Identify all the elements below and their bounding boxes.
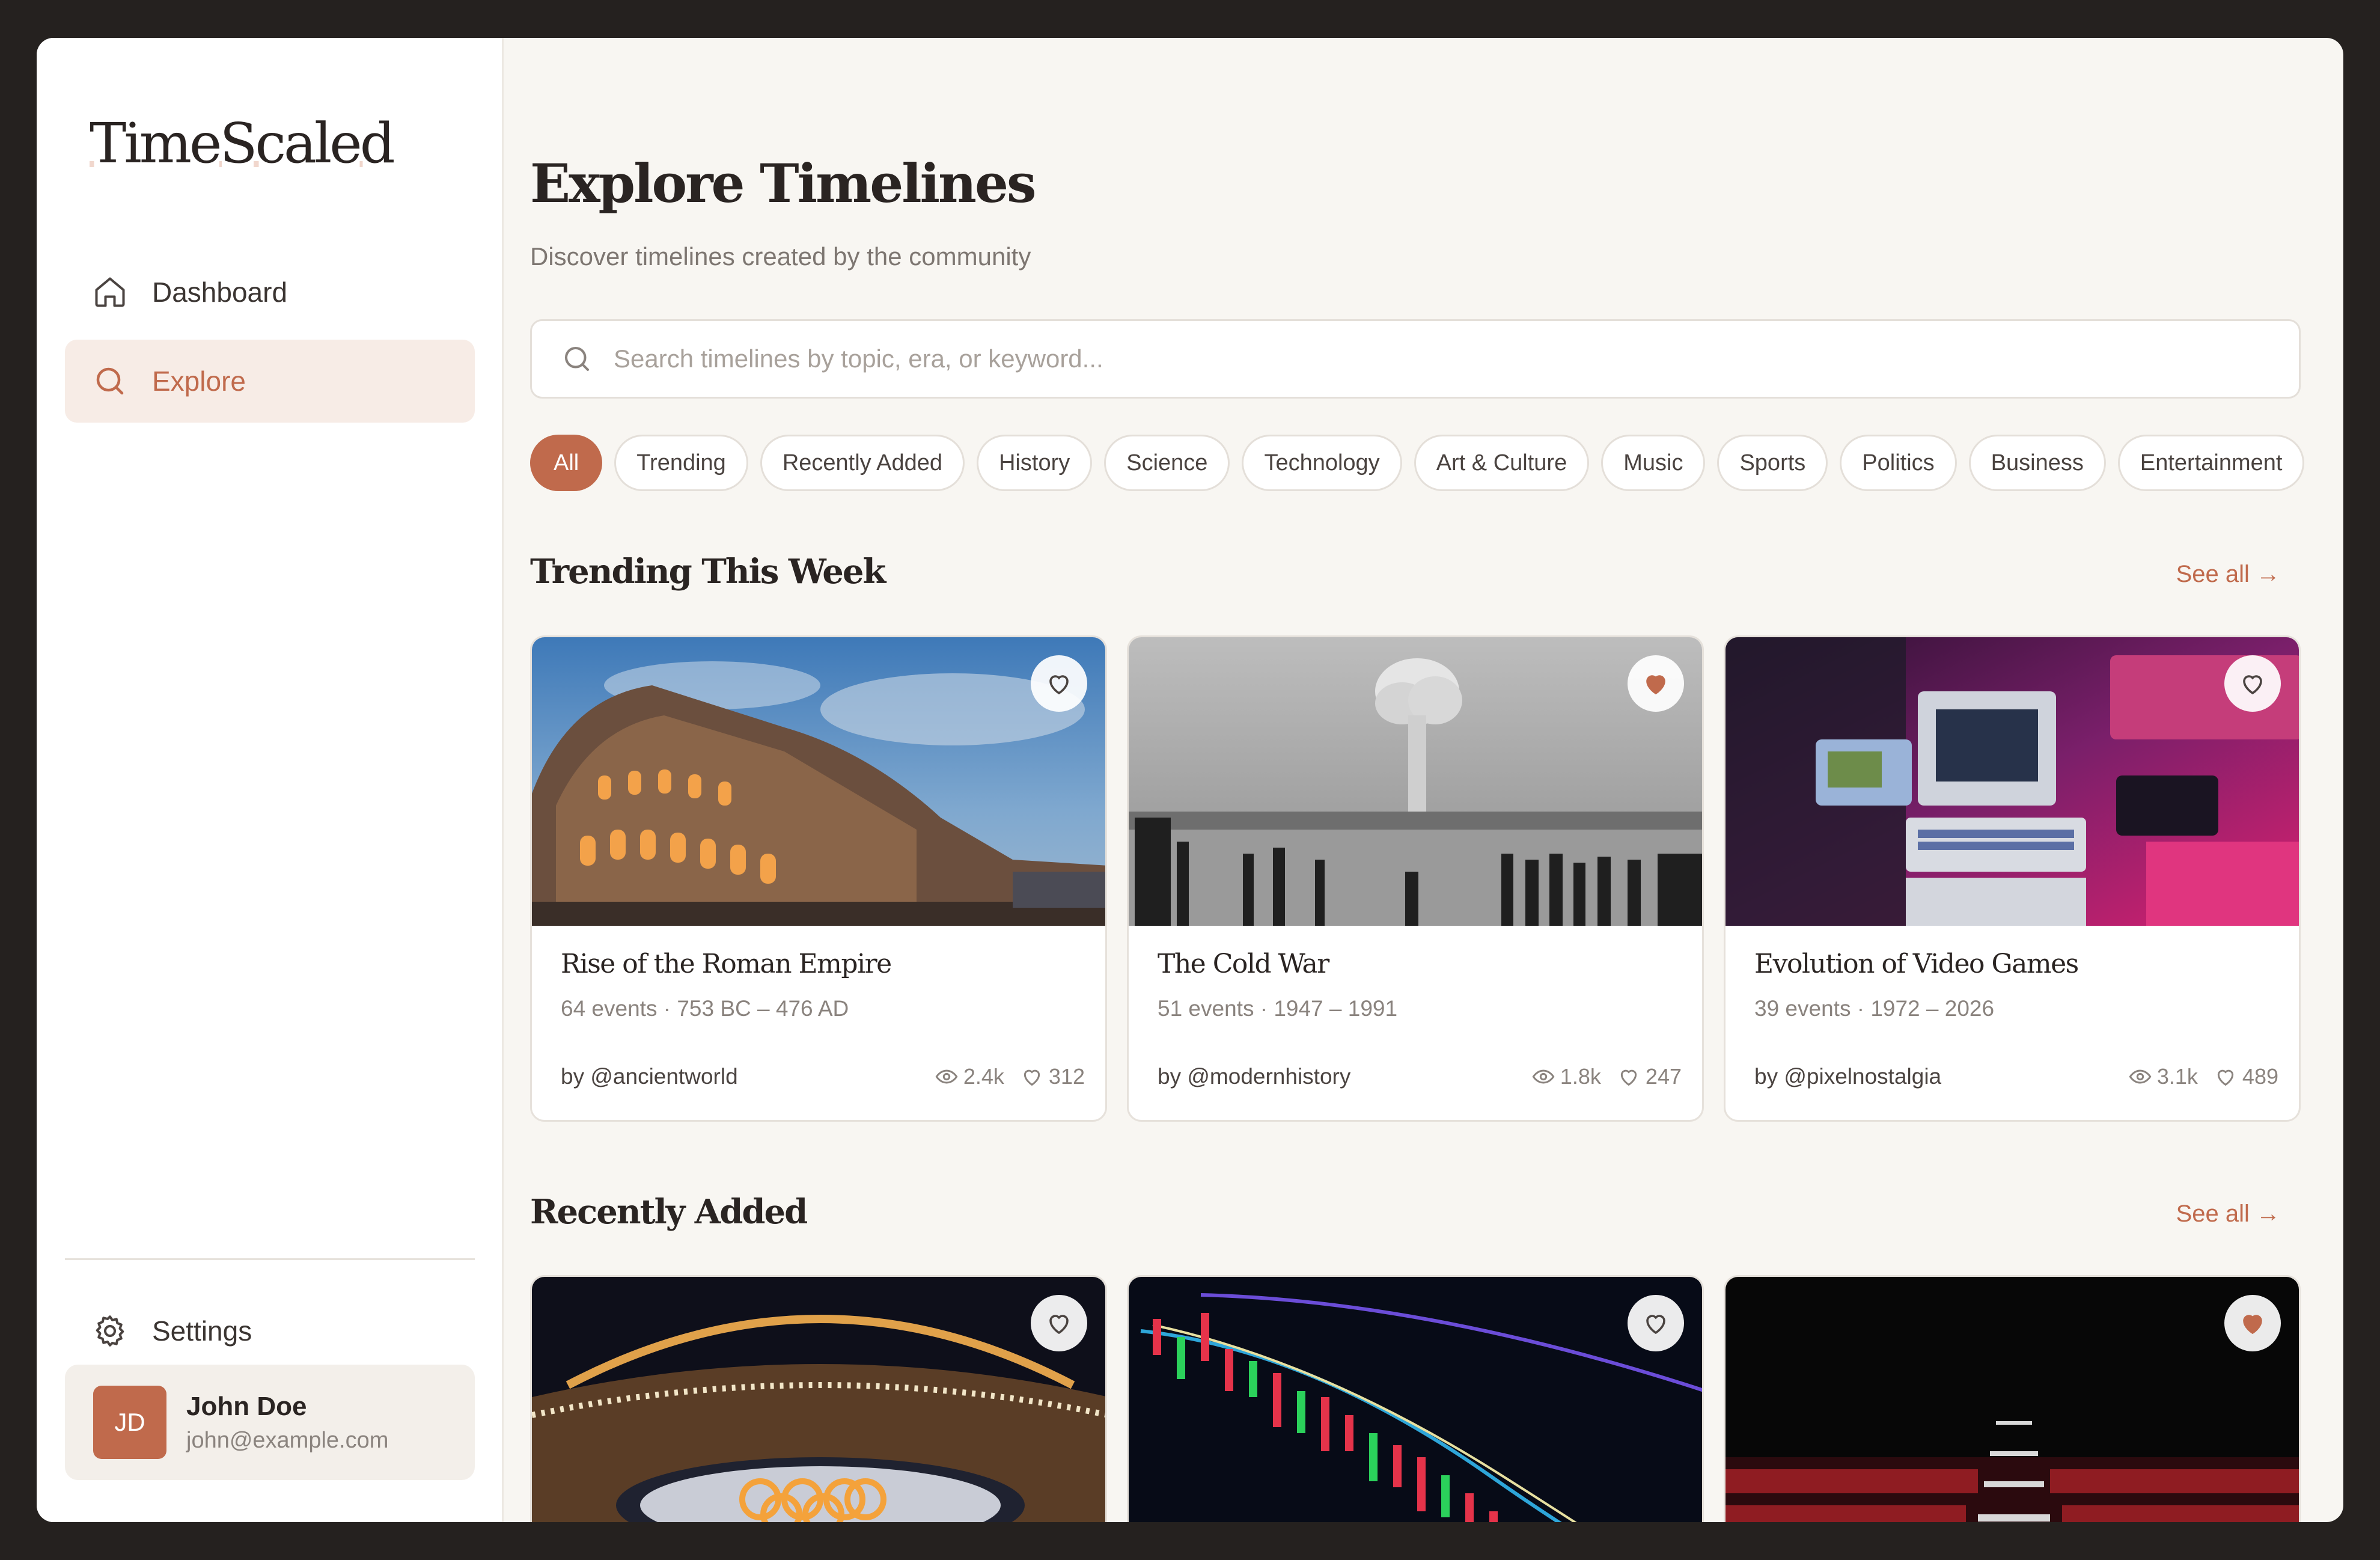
recent-cards — [530, 1275, 2301, 1522]
heart-icon — [2243, 675, 2262, 695]
timeline-card[interactable] — [1724, 1275, 2301, 1522]
filter-chip-history[interactable]: History — [977, 435, 1093, 491]
card-meta: 64 events · 753 BC – 476 AD — [561, 996, 849, 1021]
theater-seats-photo — [1726, 1277, 2299, 1522]
card-author[interactable]: by @pixelnostalgia — [1754, 1064, 1941, 1089]
section-title-trending: Trending This Week — [530, 552, 886, 592]
views-count: 1.8k — [1560, 1064, 1601, 1089]
filter-chips: All Trending Recently Added History Scie… — [530, 435, 2305, 491]
card-title: The Cold War — [1158, 949, 1329, 979]
favorite-button[interactable] — [1031, 1295, 1087, 1351]
avatar: JD — [93, 1386, 166, 1459]
sidebar-item-dashboard[interactable]: Dashboard — [65, 251, 475, 334]
mushroom-cloud-photo — [1129, 637, 1702, 926]
timeline-card[interactable]: Evolution of Video Games 39 events · 197… — [1724, 635, 2301, 1122]
heart-icon — [1049, 1315, 1069, 1335]
heart-icon — [1049, 675, 1069, 695]
card-title: Evolution of Video Games — [1754, 949, 2079, 979]
filter-chip-recently-added[interactable]: Recently Added — [760, 435, 965, 491]
user-name: John Doe — [186, 1391, 307, 1421]
sidebar-item-label: Dashboard — [152, 277, 288, 308]
timeline-card[interactable]: Rise of the Roman Empire 64 events · 753… — [530, 635, 1107, 1122]
filter-chip-business[interactable]: Business — [1968, 435, 2106, 491]
filter-chip-music[interactable]: Music — [1601, 435, 1706, 491]
app-window: TimeScaled Dashboard Explore Settings JD… — [37, 38, 2343, 1522]
card-author[interactable]: by @ancientworld — [561, 1064, 738, 1089]
favorite-button[interactable] — [1628, 1295, 1684, 1351]
filter-chip-trending[interactable]: Trending — [614, 435, 748, 491]
trending-cards: Rise of the Roman Empire 64 events · 753… — [530, 635, 2301, 1122]
timeline-card[interactable] — [530, 1275, 1107, 1522]
filter-chip-all[interactable]: All — [530, 435, 603, 491]
filter-chip-technology[interactable]: Technology — [1242, 435, 1402, 491]
heart-filled-icon — [2243, 1315, 2262, 1335]
favorite-button[interactable] — [2224, 655, 2281, 712]
stock-chart-photo — [1129, 1277, 1702, 1522]
page-subtitle: Discover timelines created by the commun… — [530, 242, 1031, 271]
sidebar-item-label: Settings — [152, 1315, 252, 1347]
favorite-button[interactable] — [1031, 655, 1087, 712]
sidebar-item-explore[interactable]: Explore — [65, 340, 475, 423]
favorite-button[interactable] — [1628, 655, 1684, 712]
heart-icon — [2217, 1069, 2234, 1086]
eye-icon — [935, 1069, 958, 1084]
search-bar[interactable] — [530, 319, 2301, 399]
see-all-trending-link[interactable]: See all → — [2176, 561, 2280, 588]
eye-icon — [1532, 1069, 1555, 1084]
filter-chip-politics[interactable]: Politics — [1840, 435, 1957, 491]
filter-chip-entertainment[interactable]: Entertainment — [2117, 435, 2305, 491]
sidebar-item-label: Explore — [152, 366, 246, 397]
filter-chip-art-culture[interactable]: Art & Culture — [1414, 435, 1590, 491]
page-title: Explore Timelines — [530, 152, 1037, 215]
card-author[interactable]: by @modernhistory — [1158, 1064, 1350, 1089]
heart-icon — [1646, 1315, 1665, 1335]
timeline-card[interactable] — [1127, 1275, 1704, 1522]
sidebar-item-settings[interactable]: Settings — [65, 1289, 475, 1372]
card-meta: 39 events · 1972 – 2026 — [1754, 996, 1995, 1021]
retro-computers-photo — [1726, 637, 2299, 926]
section-title-recent: Recently Added — [530, 1192, 808, 1232]
search-input[interactable] — [614, 344, 2236, 373]
card-meta: 51 events · 1947 – 1991 — [1158, 996, 1398, 1021]
colosseum-photo — [532, 637, 1105, 926]
app-logo[interactable]: TimeScaled — [90, 111, 395, 176]
filter-chip-science[interactable]: Science — [1104, 435, 1230, 491]
search-icon — [92, 363, 128, 399]
eye-icon — [2129, 1069, 2152, 1084]
user-email: john@example.com — [186, 1427, 389, 1453]
home-icon — [92, 274, 128, 310]
sidebar: TimeScaled Dashboard Explore Settings JD… — [37, 38, 504, 1522]
user-profile-card[interactable]: JD John Doe john@example.com — [65, 1365, 475, 1480]
search-icon — [561, 343, 593, 375]
heart-filled-icon — [1646, 675, 1665, 695]
timeline-card[interactable]: The Cold War 51 events · 1947 – 1991 by … — [1127, 635, 1704, 1122]
heart-icon — [1620, 1069, 1637, 1086]
gear-icon — [92, 1313, 128, 1349]
see-all-recent-link[interactable]: See all → — [2176, 1201, 2280, 1228]
favorite-button[interactable] — [2224, 1295, 2281, 1351]
main-content: Explore Timelines Discover timelines cre… — [504, 38, 2343, 1522]
olympic-stadium-photo — [532, 1277, 1105, 1522]
likes-count: 489 — [2242, 1064, 2278, 1089]
heart-icon — [1024, 1069, 1040, 1086]
filter-chip-sports[interactable]: Sports — [1717, 435, 1828, 491]
sidebar-divider — [65, 1258, 475, 1260]
likes-count: 312 — [1048, 1064, 1085, 1089]
card-title: Rise of the Roman Empire — [561, 949, 892, 979]
views-count: 3.1k — [2156, 1064, 2198, 1089]
views-count: 2.4k — [963, 1064, 1004, 1089]
likes-count: 247 — [1645, 1064, 1682, 1089]
